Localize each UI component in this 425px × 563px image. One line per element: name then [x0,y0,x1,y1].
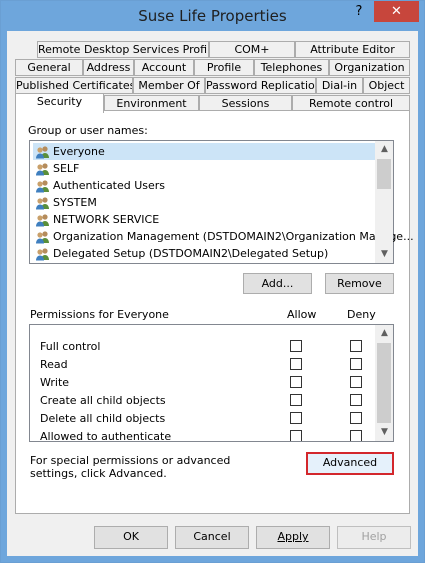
user-list-item[interactable]: SYSTEM [33,194,375,211]
tab-password-replication[interactable]: Password Replication [205,77,316,94]
allow-checkbox[interactable] [290,358,302,370]
ok-button[interactable]: OK [94,526,168,549]
perm-scroll-up-arrow[interactable]: ▲ [376,325,393,342]
deny-header: Deny [347,308,376,321]
permission-name: Write [40,376,70,389]
permissions-label: Permissions for Everyone [30,308,169,321]
deny-checkbox[interactable] [350,430,362,441]
tab-com-plus[interactable]: COM+ [209,41,295,58]
advanced-button-label: Advanced [322,456,378,469]
permissions-list[interactable]: Full control Read Write Create all child ob… [29,324,394,442]
cancel-button-label: Cancel [193,530,231,543]
tab-object[interactable]: Object [363,77,410,94]
apply-button-label: Apply [277,530,309,543]
tab-remote-desktop-services-profile[interactable]: Remote Desktop Services Profile [37,41,209,58]
advanced-button[interactable]: Advanced [306,452,394,475]
apply-button[interactable]: Apply [256,526,330,549]
advanced-hint: For special permissions or advanced sett… [30,454,231,480]
perm-scroll-thumb[interactable] [377,343,391,423]
close-button[interactable]: ✕ [374,1,419,22]
allow-checkbox[interactable] [290,412,302,424]
tab-account[interactable]: Account [134,59,194,76]
allow-checkbox[interactable] [290,394,302,406]
user-name: Organization Management (DSTDOMAIN2\Orga… [53,230,414,243]
user-list-item[interactable]: Everyone [33,143,375,160]
allow-checkbox[interactable] [290,430,302,441]
users-group-icon [36,231,49,244]
help-button[interactable]: Help [337,526,411,549]
perm-scroll-down-arrow[interactable]: ▼ [376,424,393,441]
deny-checkbox[interactable] [350,340,362,352]
permission-name: Read [40,358,68,371]
user-list-item[interactable]: Organization Management (DSTDOMAIN2\Orga… [33,228,414,245]
user-list-item[interactable]: NETWORK SERVICE [33,211,375,228]
user-name: NETWORK SERVICE [53,213,160,226]
cancel-button[interactable]: Cancel [175,526,249,549]
scroll-up-arrow[interactable]: ▲ [376,141,393,158]
user-list-item[interactable]: Authenticated Users [33,177,375,194]
user-list-item[interactable]: Delegated Setup (DSTDOMAIN2\Delegated Se… [33,245,375,262]
tab-attribute-editor[interactable]: Attribute Editor [295,41,410,58]
users-group-icon [36,248,49,261]
allow-checkbox[interactable] [290,376,302,388]
deny-checkbox[interactable] [350,358,362,370]
users-group-icon [36,197,49,210]
dialog-client: Remote Desktop Services Profile COM+ Att… [7,31,418,556]
tab-organization[interactable]: Organization [329,59,410,76]
users-group-icon [36,146,49,159]
tab-security[interactable]: Security [15,93,104,113]
tab-profile[interactable]: Profile [194,59,254,76]
deny-checkbox[interactable] [350,412,362,424]
add-button-label: Add... [261,277,294,290]
tab-dial-in[interactable]: Dial-in [316,77,363,94]
scroll-down-arrow[interactable]: ▼ [376,246,393,263]
user-name: SYSTEM [53,196,97,209]
permission-row: Create all child objects [30,392,376,409]
tab-published-certificates[interactable]: Published Certificates [15,77,133,94]
allow-checkbox[interactable] [290,340,302,352]
help-button-label: Help [361,530,387,543]
tab-member-of[interactable]: Member Of [133,77,205,94]
permission-name: Delete all child objects [40,412,166,425]
permission-row: Write [30,374,376,391]
scroll-thumb[interactable] [377,159,391,189]
users-group-icon [36,214,49,227]
permission-row: Allowed to authenticate [30,428,376,442]
permission-name: Allowed to authenticate [40,430,172,442]
permission-row: Full control [30,338,376,355]
permission-row: Read [30,356,376,373]
ok-button-label: OK [123,530,139,543]
user-name: Authenticated Users [53,179,166,192]
user-name: Delegated Setup (DSTDOMAIN2\Delegated Se… [53,247,329,260]
allow-header: Allow [287,308,317,321]
user-listbox[interactable]: Everyone SELF Authenticated Users SYSTEM NET… [29,140,414,264]
deny-checkbox[interactable] [350,376,362,388]
user-list-item[interactable]: SELF [33,160,375,177]
group-label: Group or user names: [28,124,148,137]
permission-row: Delete all child objects [30,410,376,427]
user-name: SELF [53,162,80,175]
deny-checkbox[interactable] [350,394,362,406]
tab-telephones[interactable]: Telephones [254,59,329,76]
properties-window: Suse Life Properties ? ✕ Remote Desktop … [0,0,425,563]
help-title-button[interactable]: ? [346,1,372,22]
remove-button[interactable]: Remove [325,273,394,294]
tab-address[interactable]: Address [83,59,134,76]
user-name: Everyone [53,145,105,158]
remove-button-label: Remove [337,277,382,290]
user-list-scrollbar[interactable]: ▲ ▼ [375,141,393,263]
add-button[interactable]: Add... [243,273,312,294]
permissions-scrollbar[interactable]: ▲ ▼ [375,325,393,441]
tab-general[interactable]: General [15,59,83,76]
users-group-icon [36,180,49,193]
title-bar[interactable]: Suse Life Properties ? ✕ [1,1,424,31]
permission-name: Create all child objects [40,394,166,407]
users-group-icon [36,163,49,176]
permission-name: Full control [40,340,101,353]
security-panel: Group or user names: Everyone SELF Authent… [15,110,414,514]
